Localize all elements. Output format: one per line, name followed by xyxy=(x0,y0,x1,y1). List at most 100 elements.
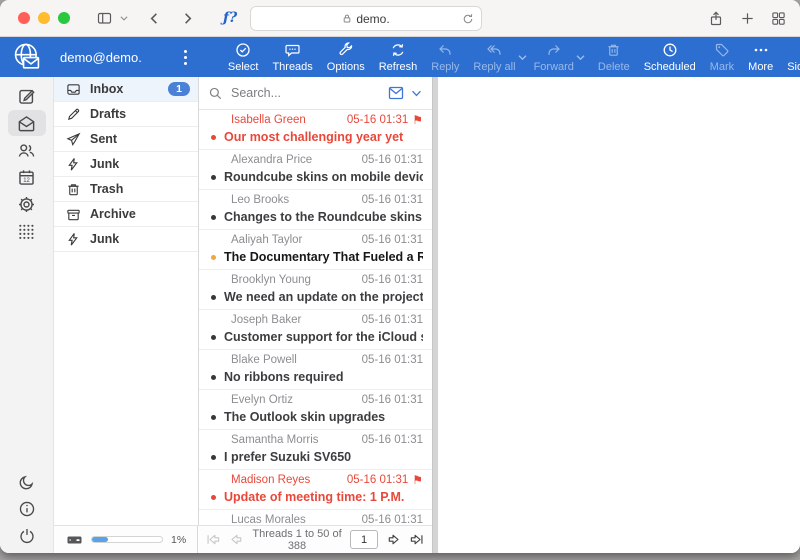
reload-icon[interactable] xyxy=(462,13,474,25)
search-icon xyxy=(208,86,223,101)
lightning-icon xyxy=(66,232,81,247)
more-button[interactable]: More xyxy=(741,42,780,73)
sidebar-toggle-icon[interactable] xyxy=(96,10,113,26)
minimize-window-button[interactable] xyxy=(38,12,50,24)
next-page-button[interactable] xyxy=(386,532,401,547)
mail-nav-button[interactable] xyxy=(8,110,46,136)
check-circle-icon xyxy=(235,42,251,58)
settings-nav-button[interactable] xyxy=(8,191,46,217)
folder-trash[interactable]: Trash xyxy=(54,177,198,202)
forward-button[interactable]: Forward xyxy=(527,42,581,73)
delete-button[interactable]: Delete xyxy=(591,42,637,73)
status-dot xyxy=(211,455,216,460)
message-row[interactable]: Brooklyn Young05-16 01:31 We need an upd… xyxy=(199,270,432,310)
trash-icon xyxy=(606,42,621,58)
message-row[interactable]: Aaliyah Taylor05-16 01:31 The Documentar… xyxy=(199,230,432,270)
search-input[interactable] xyxy=(229,85,382,101)
quota-percent: 1% xyxy=(171,534,186,546)
info-icon[interactable] xyxy=(8,496,46,522)
status-dot xyxy=(211,415,216,420)
compose-button[interactable] xyxy=(8,83,46,109)
message-row[interactable]: Leo Brooks05-16 01:31 Changes to the Rou… xyxy=(199,190,432,230)
page-number-input[interactable] xyxy=(350,530,378,549)
extension-icon[interactable]: ƒ? xyxy=(223,10,237,26)
folder-junk2[interactable]: Junk xyxy=(54,227,198,252)
message-preview-pane xyxy=(438,77,800,553)
folder-archive[interactable]: Archive xyxy=(54,202,198,227)
folder-label: Trash xyxy=(90,182,190,196)
app-logo-icon[interactable] xyxy=(8,41,46,73)
list-options-chevron-icon[interactable] xyxy=(410,88,423,99)
message-row[interactable]: Madison Reyes05-16 01:31⚑ Update of meet… xyxy=(199,470,432,510)
folder-list: Inbox 1 Drafts Sent Junk xyxy=(54,77,199,525)
share-icon[interactable] xyxy=(708,10,724,27)
forward-icon xyxy=(545,42,563,58)
folder-drafts[interactable]: Drafts xyxy=(54,102,198,127)
new-tab-icon[interactable] xyxy=(740,11,755,26)
message-list-pane: Isabella Green05-16 01:31⚑ Our most chal… xyxy=(199,77,432,525)
close-window-button[interactable] xyxy=(18,12,30,24)
previous-page-button[interactable] xyxy=(229,532,244,547)
clock-icon xyxy=(662,42,678,58)
scheduled-button[interactable]: Scheduled xyxy=(637,42,703,73)
account-menu-icon[interactable] xyxy=(184,50,187,65)
mark-button[interactable]: Mark xyxy=(703,42,741,73)
webmail-toolbar: demo@demo. Select Threads Options Refres… xyxy=(0,37,800,77)
status-dot xyxy=(211,295,216,300)
last-page-button[interactable] xyxy=(409,532,424,547)
status-dot xyxy=(211,495,216,500)
status-dot xyxy=(211,255,216,260)
reply-all-button[interactable]: Reply all xyxy=(466,42,522,73)
more-dots-icon xyxy=(753,42,769,58)
select-button[interactable]: Select xyxy=(221,42,266,73)
message-row[interactable]: Alexandra Price05-16 01:31 Roundcube ski… xyxy=(199,150,432,190)
folder-label: Sent xyxy=(90,132,190,146)
status-bar: 1% Threads 1 to 50 of 388 xyxy=(54,525,432,553)
zoom-window-button[interactable] xyxy=(58,12,70,24)
pagination: Threads 1 to 50 of 388 xyxy=(198,526,432,553)
forward-button[interactable] xyxy=(180,11,195,26)
folder-label: Inbox xyxy=(90,82,159,96)
refresh-icon xyxy=(390,42,406,58)
logout-power-icon[interactable] xyxy=(8,523,46,549)
dark-mode-icon[interactable] xyxy=(8,469,46,495)
paper-plane-icon xyxy=(66,132,81,147)
folder-sent[interactable]: Sent xyxy=(54,127,198,152)
envelope-filter-icon[interactable] xyxy=(388,86,404,100)
trash-icon xyxy=(66,182,81,197)
pencil-icon xyxy=(66,107,81,122)
sidebar-chevron-icon[interactable] xyxy=(119,13,129,23)
message-row[interactable]: Blake Powell05-16 01:31 No ribbons requi… xyxy=(199,350,432,390)
contacts-nav-button[interactable] xyxy=(8,137,46,163)
message-row[interactable]: Samantha Morris05-16 01:31 I prefer Suzu… xyxy=(199,430,432,470)
message-row[interactable]: Isabella Green05-16 01:31⚑ Our most chal… xyxy=(199,110,432,150)
status-dot xyxy=(211,175,216,180)
quota-slider[interactable] xyxy=(91,536,163,543)
back-button[interactable] xyxy=(147,11,162,26)
message-row[interactable]: Joseph Baker05-16 01:31 Customer support… xyxy=(199,310,432,350)
options-button[interactable]: Options xyxy=(320,42,372,73)
sidebar-collapse-button[interactable]: Sidebar xyxy=(780,42,800,73)
traffic-lights xyxy=(18,12,70,24)
folder-label: Drafts xyxy=(90,107,190,121)
first-page-button[interactable] xyxy=(206,532,221,547)
message-row[interactable]: Evelyn Ortiz05-16 01:31 The Outlook skin… xyxy=(199,390,432,430)
wrench-icon xyxy=(338,42,354,58)
message-row[interactable]: Lucas Morales05-16 01:31 Newsletter xyxy=(199,510,432,525)
lightning-icon xyxy=(66,157,81,172)
apps-grid-icon[interactable] xyxy=(8,218,46,244)
account-label[interactable]: demo@demo. xyxy=(60,50,142,65)
tab-overview-icon[interactable] xyxy=(771,11,786,26)
refresh-button[interactable]: Refresh xyxy=(372,42,425,73)
flag-icon: ⚑ xyxy=(412,474,423,486)
folder-junk[interactable]: Junk xyxy=(54,152,198,177)
browser-titlebar: ƒ? demo. xyxy=(0,0,800,37)
threads-button[interactable]: Threads xyxy=(265,42,319,73)
calendar-nav-button[interactable]: 12 xyxy=(8,164,46,190)
reply-button[interactable]: Reply xyxy=(424,42,466,73)
address-bar[interactable]: demo. xyxy=(250,6,482,31)
browser-window: ƒ? demo. de xyxy=(0,0,800,553)
tag-icon xyxy=(714,42,730,58)
folder-inbox[interactable]: Inbox 1 xyxy=(54,77,198,102)
svg-text:12: 12 xyxy=(23,178,30,184)
